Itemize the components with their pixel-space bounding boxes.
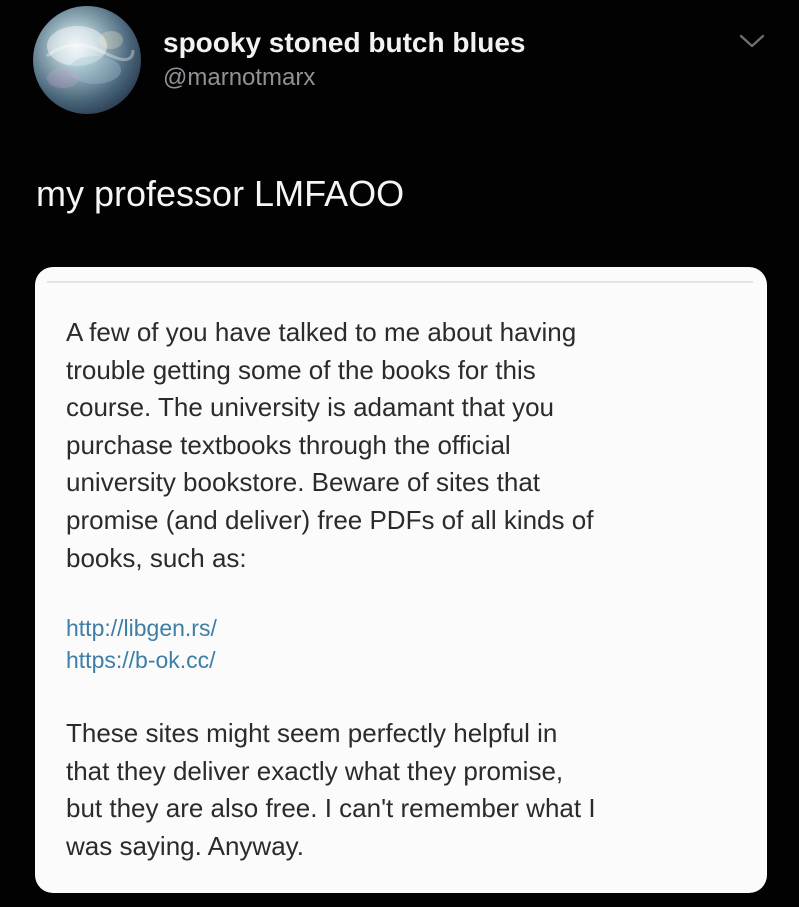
profile-avatar[interactable]	[33, 6, 141, 114]
card-paragraph-closing: These sites might seem perfectly helpful…	[66, 718, 596, 861]
tweet-author: spooky stoned butch blues @marnotmarx	[163, 27, 525, 93]
bok-link[interactable]: https://b-ok.cc/	[66, 644, 217, 676]
tweet: spooky stoned butch blues @marnotmarx my…	[0, 0, 799, 907]
card-links: http://libgen.rs/ https://b-ok.cc/	[66, 612, 217, 676]
card-paragraph-intro: A few of you have talked to me about hav…	[66, 317, 594, 573]
avatar-image	[46, 26, 135, 88]
card-divider	[47, 281, 753, 283]
attached-image-card[interactable]: A few of you have talked to me about hav…	[35, 267, 767, 893]
author-handle[interactable]: @marnotmarx	[163, 63, 525, 93]
author-display-name[interactable]: spooky stoned butch blues	[163, 27, 525, 59]
libgen-link[interactable]: http://libgen.rs/	[66, 612, 217, 644]
tweet-text: my professor LMFAOO	[36, 173, 405, 214]
chevron-down-icon[interactable]	[737, 30, 767, 52]
